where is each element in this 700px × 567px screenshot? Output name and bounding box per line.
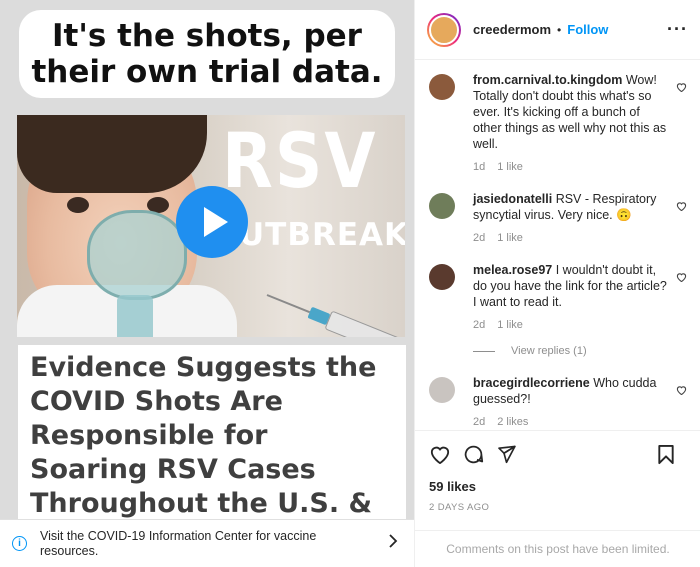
post-image[interactable]: It's the shots, per their own trial data… (0, 0, 414, 553)
comment-likes[interactable]: 1 like (497, 161, 523, 173)
post-media: It's the shots, per their own trial data… (0, 0, 414, 567)
outbreak-title: UTBREAK (239, 217, 405, 253)
comment-item: bracegirdlecorriene Who cudda guessed?! … (429, 375, 687, 430)
like-heart-icon[interactable] (429, 444, 451, 464)
comment-age: 2d (473, 319, 486, 331)
comment-age: 2d (473, 416, 486, 428)
comment-item: jasiedonatelli RSV - Respiratory syncyti… (429, 191, 687, 246)
rsv-title: RSV (222, 117, 378, 206)
avatar[interactable] (429, 74, 455, 100)
play-video-button[interactable] (176, 186, 248, 258)
comment-age: 2d (473, 232, 486, 244)
username-link[interactable]: creedermom (473, 22, 551, 37)
syringe-icon (263, 286, 405, 337)
chevron-right-icon[interactable] (388, 534, 398, 553)
post-side-panel: creedermom • Follow ··· from.carnival.to… (414, 0, 700, 567)
heart-icon[interactable] (676, 272, 687, 285)
comment-username[interactable]: from.carnival.to.kingdom (473, 73, 622, 87)
article-headline: Evidence Suggests the COVID Shots Are Re… (18, 345, 406, 553)
heart-icon[interactable] (676, 82, 687, 95)
comments-list: from.carnival.to.kingdom Wow! Totally do… (415, 60, 700, 430)
avatar[interactable] (427, 12, 461, 47)
follow-button[interactable]: Follow (567, 22, 608, 37)
post-actions: 59 likes 2 DAYS AGO Comments on this pos… (415, 430, 700, 564)
more-options-icon[interactable]: ··· (667, 19, 688, 40)
avatar[interactable] (429, 264, 455, 290)
child-hair (17, 115, 207, 193)
comment-likes[interactable]: 1 like (497, 319, 523, 331)
comment-item: from.carnival.to.kingdom Wow! Totally do… (429, 72, 687, 175)
comment-age: 1d (473, 161, 486, 173)
comment-username[interactable]: melea.rose97 (473, 263, 552, 277)
post-date: 2 DAYS AGO (429, 502, 490, 513)
info-icon: i (12, 536, 27, 551)
likes-count[interactable]: 59 likes (429, 479, 687, 494)
comment-likes[interactable]: 2 likes (497, 416, 528, 428)
view-replies-label: View replies (1) (511, 345, 587, 357)
separator-dot: • (557, 22, 562, 37)
avatar[interactable] (429, 377, 455, 403)
bookmark-icon[interactable] (657, 444, 675, 465)
comment-username[interactable]: bracegirdlecorriene (473, 376, 590, 390)
info-banner-text: Visit the COVID-19 Information Center fo… (40, 528, 317, 558)
child-eye-left (67, 197, 89, 213)
avatar[interactable] (429, 193, 455, 219)
view-replies-button[interactable]: View replies (1) (473, 345, 687, 357)
share-paper-plane-icon[interactable] (496, 444, 517, 464)
comments-limited-notice: Comments on this post have been limited. (415, 530, 700, 566)
play-icon (203, 207, 228, 237)
caption-overlay: It's the shots, per their own trial data… (19, 10, 395, 98)
heart-icon[interactable] (676, 201, 687, 214)
covid-info-banner[interactable]: i Visit the COVID-19 Information Center … (0, 519, 414, 567)
post-header: creedermom • Follow ··· (415, 0, 700, 60)
oxygen-tube (117, 295, 153, 337)
heart-icon[interactable] (676, 385, 687, 398)
comment-bubble-icon[interactable] (463, 444, 484, 465)
comment-username[interactable]: jasiedonatelli (473, 192, 552, 206)
oxygen-mask (87, 210, 187, 300)
comment-item: melea.rose97 I wouldn't doubt it, do you… (429, 262, 687, 333)
comment-likes[interactable]: 1 like (497, 232, 523, 244)
